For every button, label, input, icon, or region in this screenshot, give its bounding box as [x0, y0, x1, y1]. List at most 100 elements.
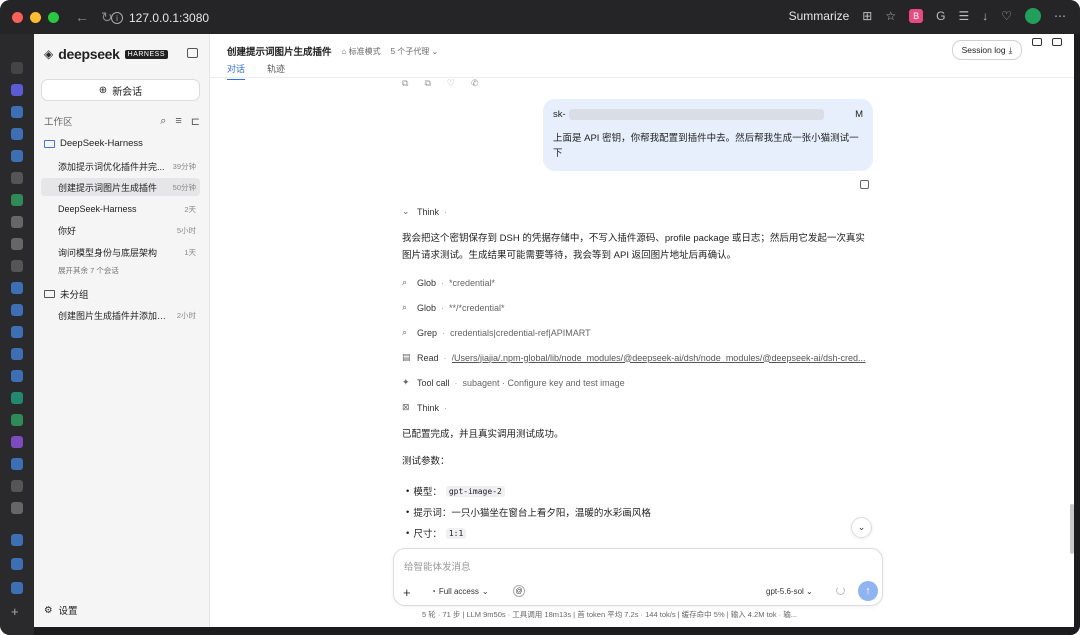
rail-icon-7[interactable] [11, 194, 23, 206]
bookmarks-icon[interactable]: ☰ [958, 9, 969, 23]
menu-icon[interactable]: ⋯ [1054, 9, 1066, 23]
rail-icon-1[interactable] [11, 62, 23, 74]
bullet: • [406, 485, 410, 497]
tool-row[interactable]: ⌕ Glob · **/*credential* [402, 302, 505, 313]
rail-icon-24[interactable] [11, 582, 23, 594]
rail-icon-11[interactable] [11, 282, 23, 294]
like-icon[interactable]: ♡ [447, 78, 455, 89]
access-dropdown[interactable]: ◔ Full access ⌄ [431, 587, 489, 596]
github-icon-2[interactable] [11, 260, 23, 272]
info-icon[interactable]: i [111, 12, 123, 24]
sidebar-item[interactable]: 询问模型身份与底层架构 1天 [41, 243, 200, 261]
sidebar-item[interactable]: 添加提示词优化插件并完... 39分钟 [41, 157, 200, 175]
params-title: 测试参数： [402, 456, 450, 467]
rail-icon-12[interactable] [11, 304, 23, 316]
rail-icon-17[interactable] [11, 414, 23, 426]
address-bar[interactable]: i 127.0.0.1:3080 [111, 9, 209, 27]
rail-icon-23[interactable] [11, 558, 23, 570]
add-attachment-icon[interactable]: + [403, 585, 411, 600]
new-folder-icon[interactable]: ⊏ [191, 115, 200, 128]
filter-icon[interactable]: ≡ [175, 115, 181, 128]
rail-icon-14[interactable] [11, 348, 23, 360]
think-toggle[interactable]: ⌄ Think · [402, 206, 447, 217]
whale-icon: ◈ [44, 47, 54, 61]
brand-tag: HARNESS [124, 49, 168, 59]
browser-window: ← ↻ i 127.0.0.1:3080 Summarize ⊞ ☆ B G ☰… [0, 0, 1080, 635]
sidebar-item-label: 你好 [58, 225, 77, 236]
scroll-down-button[interactable]: ⌄ [851, 517, 872, 538]
refresh-extension-icon[interactable]: G [936, 9, 945, 23]
copy-icon-2[interactable]: ⧉ [424, 78, 430, 89]
sidebar-item[interactable]: DeepSeek-Harness 2天 [41, 200, 200, 218]
separator: · [444, 402, 448, 413]
zoom-window-button[interactable] [48, 11, 59, 23]
download-icon[interactable]: ↓ [982, 9, 988, 23]
folder-icon [44, 290, 55, 298]
star-icon[interactable]: ☆ [885, 9, 896, 23]
param-value: 1:1 [445, 527, 467, 539]
search-icon: ⌕ [402, 302, 408, 312]
tool-arg: **/*credential* [449, 302, 505, 313]
back-arrow-icon[interactable]: ← [75, 9, 89, 25]
user-message-text: 上面是 API 密钥，你帮我配置到插件中去。然后帮我生成一张小猫测试一下 [553, 133, 859, 159]
group-deepseek-harness[interactable]: DeepSeek-Harness [44, 138, 143, 149]
summarize-button[interactable]: Summarize [789, 9, 850, 23]
rail-icon-18[interactable] [11, 436, 23, 448]
extension-icon[interactable]: B [909, 9, 924, 23]
tool-row[interactable]: ▤ Read · /Users/jiajia/.npm-global/lib/n… [402, 352, 866, 363]
tool-row[interactable]: ⌕ Grep · credentials|credential-ref|APIM… [402, 327, 591, 338]
sidebar-item[interactable]: 你好 5小时 [41, 221, 200, 239]
tool-row[interactable]: ⌕ Glob · *credential* [402, 277, 495, 288]
tool-arg-link[interactable]: /Users/jiajia/.npm-global/lib/node_modul… [452, 353, 866, 363]
tool-row[interactable]: ✦ Tool call · subagent · Configure key a… [402, 377, 625, 388]
github-icon[interactable] [11, 172, 23, 184]
subagents-dropdown[interactable]: 5 个子代理 ⌄ [391, 46, 439, 57]
send-button[interactable]: ↑ [858, 581, 878, 601]
rail-icon-2[interactable] [11, 84, 23, 96]
rail-icon-4[interactable] [11, 128, 23, 140]
tool-name: Grep [417, 327, 438, 338]
rail-icon-8[interactable] [11, 216, 23, 228]
rail-icon-19[interactable] [11, 458, 23, 470]
sidebar-toggle-icon[interactable] [187, 48, 198, 58]
rail-icon-5[interactable] [11, 150, 23, 162]
think-toggle[interactable]: ⊠ Think · [402, 402, 447, 413]
group-ungrouped[interactable]: 未分组 [44, 287, 89, 301]
think-label: Think [417, 206, 440, 217]
copy-icon[interactable] [860, 180, 869, 189]
sidebar-item-active[interactable]: 创建提示词图片生成插件 50分钟 [41, 178, 200, 196]
sidebar-item-label: DeepSeek-Harness [58, 204, 137, 214]
health-icon[interactable]: ♡ [1001, 9, 1012, 23]
right-panel-icon[interactable] [1052, 38, 1062, 46]
github-icon-3[interactable] [11, 480, 23, 492]
settings-button[interactable]: ⚙ 设置 [44, 603, 78, 618]
param-value: gpt-image-2 [445, 485, 505, 497]
session-log-button[interactable]: Session log ⤓ [952, 40, 1022, 60]
rail-icon-16[interactable] [11, 392, 23, 404]
rail-icon-21[interactable] [11, 502, 23, 514]
message-input[interactable]: 给智能体发消息 [404, 559, 471, 573]
rail-icon-9[interactable] [11, 238, 23, 250]
grid-icon[interactable]: ⊞ [862, 9, 872, 23]
attach-icon[interactable]: @ [513, 585, 525, 597]
tool-arg: *credential* [449, 277, 496, 288]
rail-icon-13[interactable] [11, 326, 23, 338]
rail-icon-22[interactable] [11, 534, 23, 546]
sidebar-item[interactable]: 创建图片生成插件并添加设... 2小时 [41, 306, 200, 324]
new-chat-button[interactable]: ⊕ 新会话 [41, 79, 200, 101]
expand-more-link[interactable]: 展开其余 7 个会话 [58, 265, 119, 276]
search-icon[interactable]: ⌕ [160, 115, 166, 128]
minimize-window-button[interactable] [30, 11, 41, 23]
profile-avatar[interactable] [1025, 8, 1041, 24]
close-window-button[interactable] [12, 11, 23, 23]
phone-icon[interactable]: ✆ [471, 78, 479, 89]
rail-icon-15[interactable] [11, 370, 23, 382]
rail-icon-3[interactable] [11, 106, 23, 118]
model-dropdown[interactable]: gpt-5.6-sol ⌄ [766, 587, 813, 596]
mode-selector[interactable]: ⌂ 标准模式 [342, 46, 381, 57]
brain-icon: ⊠ [402, 402, 410, 412]
copy-icon[interactable]: ⧉ [402, 78, 408, 89]
separator: · [441, 302, 445, 313]
bottom-panel-icon[interactable] [1032, 38, 1042, 46]
add-icon[interactable]: + [11, 604, 19, 619]
